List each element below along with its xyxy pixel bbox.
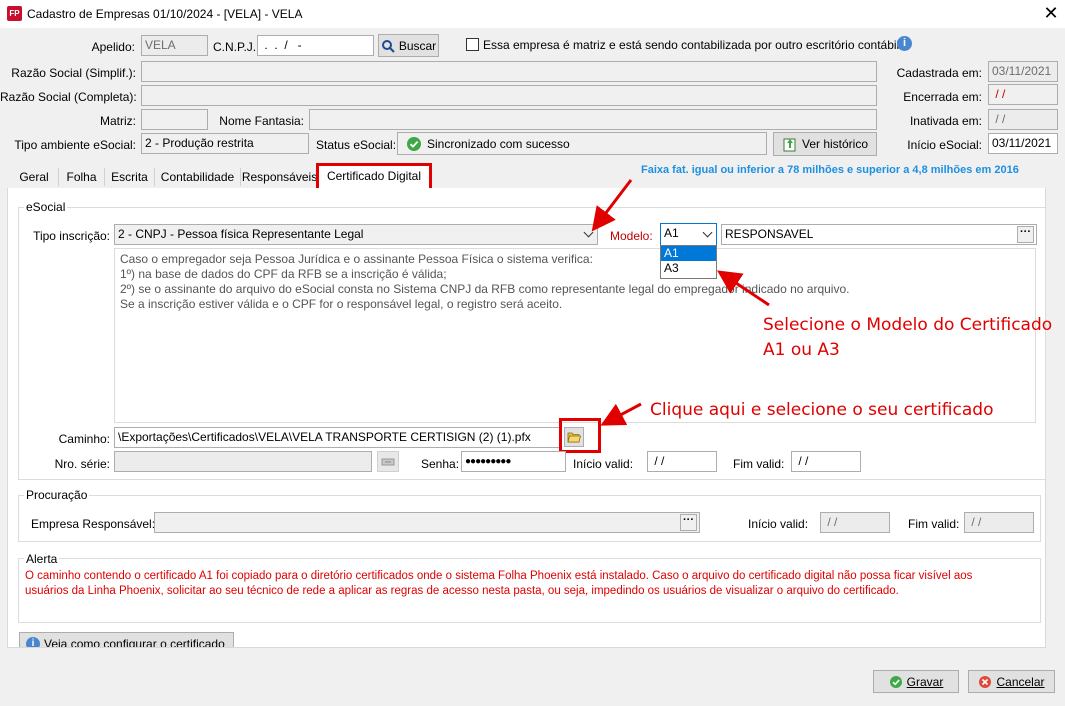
annotation-arrows (591, 179, 770, 426)
arrow-to-tipo-insc (591, 179, 633, 232)
annotation-modelo-line2: A1 ou A3 (763, 340, 840, 360)
annotation-clique: Clique aqui e selecione o seu certificad… (650, 400, 994, 420)
arrow-to-modelo (717, 270, 770, 307)
arrow-to-browse (600, 402, 642, 426)
annotation-modelo-line1: Selecione o Modelo do Certificado (763, 315, 1053, 335)
